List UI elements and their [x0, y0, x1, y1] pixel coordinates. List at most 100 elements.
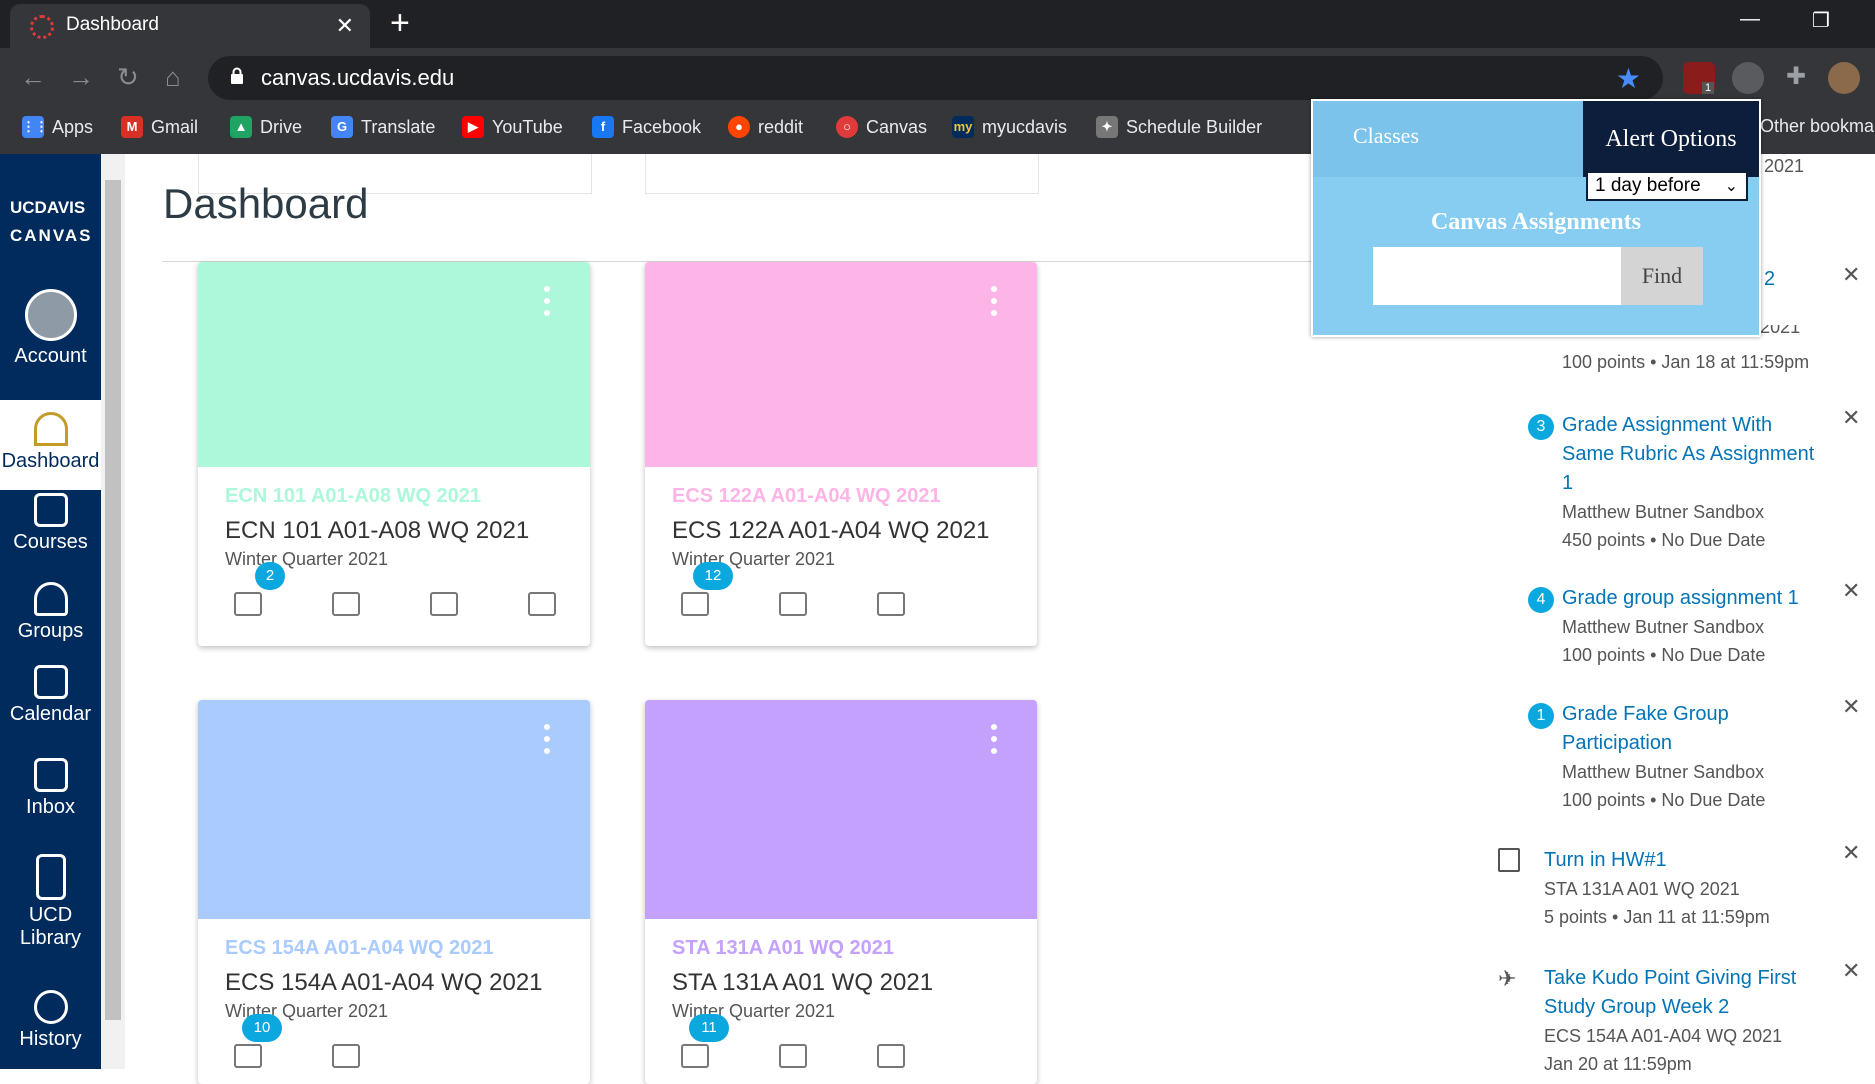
announcements-icon[interactable] [234, 1044, 262, 1068]
nav-ucd-library[interactable]: UCD Library [0, 854, 101, 950]
minimize-icon[interactable]: — [1740, 8, 1760, 31]
todo-title-link[interactable]: Grade group assignment 1 [1562, 584, 1822, 613]
course-card-name[interactable]: STA 131A A01 WQ 2021 [672, 969, 933, 997]
dismiss-icon[interactable]: ✕ [1842, 262, 1860, 288]
announcements-icon[interactable] [681, 1044, 709, 1068]
todo-item[interactable]: 3 Grade Assignment With Same Rubric As A… [1528, 411, 1822, 554]
browser-tab[interactable]: Dashboard ✕ [10, 4, 370, 48]
course-card-name[interactable]: ECS 122A A01-A04 WQ 2021 [672, 517, 990, 545]
bookmark-star-icon[interactable]: ★ [1616, 62, 1641, 95]
course-card[interactable]: ECN 101 A01-A08 WQ 2021 ECN 101 A01-A08 … [198, 262, 590, 646]
card-options-icon[interactable] [991, 724, 997, 760]
card-options-icon[interactable] [544, 724, 550, 760]
dismiss-icon[interactable]: ✕ [1842, 405, 1860, 431]
course-card-hero[interactable] [645, 700, 1037, 919]
discussions-icon[interactable] [430, 592, 458, 616]
course-card[interactable]: ECS 122A A01-A04 WQ 2021 ECS 122A A01-A0… [645, 262, 1037, 646]
bookmark-label: Apps [52, 116, 94, 137]
profile-avatar-icon[interactable] [1828, 62, 1860, 94]
bookmark-myucdavis[interactable]: my myucdavis [952, 116, 1067, 138]
nav-calendar[interactable]: Calendar [0, 665, 101, 726]
find-button[interactable]: Find [1621, 247, 1703, 305]
course-card[interactable]: ECS 154A A01-A04 WQ 2021 ECS 154A A01-A0… [198, 700, 590, 1084]
announcements-icon[interactable] [234, 592, 262, 616]
nav-groups[interactable]: Groups [0, 582, 101, 643]
files-folder-icon[interactable] [528, 592, 556, 616]
extensions-puzzle-icon[interactable]: ✚ [1780, 62, 1812, 94]
assignment-icon [1498, 848, 1520, 872]
bookmark-translate[interactable]: G Translate [331, 116, 435, 138]
announcements-icon[interactable] [681, 592, 709, 616]
dismiss-icon[interactable]: ✕ [1842, 694, 1860, 720]
course-card-name[interactable]: ECS 154A A01-A04 WQ 2021 [225, 969, 543, 997]
tab-classes[interactable]: Classes [1353, 123, 1419, 149]
bookmark-apps[interactable]: ⋮⋮ Apps [22, 116, 93, 138]
nav-history[interactable]: History [0, 990, 101, 1051]
assignments-icon[interactable] [779, 1044, 807, 1068]
bookmark-facebook[interactable]: f Facebook [592, 116, 701, 138]
new-tab-button[interactable]: + [390, 6, 410, 40]
tab-alert-options[interactable]: Alert Options [1583, 101, 1759, 177]
assignments-icon[interactable] [877, 592, 905, 616]
todo-title-link[interactable]: Grade Assignment With Same Rubric As Ass… [1562, 411, 1822, 498]
assignment-search-input[interactable] [1373, 247, 1621, 305]
dismiss-icon[interactable]: ✕ [1842, 840, 1860, 866]
assignments-icon[interactable] [332, 1044, 360, 1068]
card-options-icon[interactable] [544, 286, 550, 322]
course-card-hero[interactable] [198, 700, 590, 919]
alert-extension-icon[interactable] [1732, 62, 1764, 94]
reddit-icon: ● [728, 116, 750, 138]
popup-tab-bar: Classes Alert Options [1313, 101, 1759, 177]
card-options-icon[interactable] [991, 286, 997, 322]
files-folder-icon[interactable] [877, 1044, 905, 1068]
todo-item[interactable]: Turn in HW#1 STA 131A A01 WQ 2021 5 poin… [1498, 846, 1834, 931]
todo-item[interactable]: 4 Grade group assignment 1 Matthew Butne… [1528, 584, 1822, 669]
course-card-tag[interactable]: STA 131A A01 WQ 2021 [672, 937, 894, 960]
scrollbar-thumb[interactable] [105, 180, 121, 1020]
other-bookmarks[interactable]: Other bookma [1760, 116, 1874, 137]
restore-icon[interactable]: ❐ [1812, 8, 1830, 33]
todo-partial-link[interactable]: 2 [1764, 268, 1775, 291]
nav-courses[interactable]: Courses [0, 493, 101, 554]
course-card[interactable]: STA 131A A01 WQ 2021 STA 131A A01 WQ 202… [645, 700, 1037, 1084]
bookmark-gmail[interactable]: M Gmail [121, 116, 198, 138]
todo-title-link[interactable]: Grade Fake Group Participation [1562, 700, 1822, 758]
todo-title-link[interactable]: Take Kudo Point Giving First Study Group… [1544, 964, 1834, 1022]
files-folder-icon[interactable] [779, 592, 807, 616]
chevron-down-icon: ⌄ [1724, 178, 1738, 195]
inbox-icon [33, 758, 68, 792]
nav-account[interactable]: Account [0, 289, 101, 379]
course-card-hero[interactable] [645, 262, 1037, 467]
bookmark-canvas[interactable]: ○ Canvas [836, 116, 927, 138]
bookmark-drive[interactable]: ▲ Drive [230, 116, 302, 138]
todo-item[interactable]: 1 Grade Fake Group Participation Matthew… [1528, 700, 1822, 814]
address-bar[interactable]: canvas.ucdavis.edu ★ [208, 56, 1663, 100]
course-card-hero[interactable] [198, 262, 590, 467]
course-card-tag[interactable]: ECS 154A A01-A04 WQ 2021 [225, 937, 494, 960]
canvas-favicon-icon [30, 15, 54, 39]
alert-timing-select[interactable]: 1 day before ⌄ [1586, 171, 1748, 201]
reload-icon[interactable]: ↻ [117, 62, 139, 93]
bookmark-youtube[interactable]: ▶ YouTube [462, 116, 563, 138]
course-card-tag[interactable]: ECN 101 A01-A08 WQ 2021 [225, 485, 481, 508]
global-nav: UCDAVIS CANVAS Account Dashboard Courses… [0, 154, 101, 1069]
todo-item[interactable]: ✈ Take Kudo Point Giving First Study Gro… [1498, 964, 1834, 1078]
dismiss-icon[interactable]: ✕ [1842, 958, 1860, 984]
nav-history-label: History [19, 1028, 82, 1050]
course-card-tag[interactable]: ECS 122A A01-A04 WQ 2021 [672, 485, 941, 508]
back-icon[interactable]: ← [20, 62, 46, 93]
assignments-icon[interactable] [332, 592, 360, 616]
page-scrollbar[interactable] [101, 154, 125, 1069]
todo-title-link[interactable]: Turn in HW#1 [1544, 846, 1834, 875]
bookmark-schedule-builder[interactable]: ✦ Schedule Builder [1096, 116, 1262, 138]
forward-icon[interactable]: → [68, 62, 94, 93]
bookmark-reddit[interactable]: ● reddit [728, 116, 803, 138]
nav-dashboard[interactable]: Dashboard [0, 400, 101, 490]
nav-inbox[interactable]: Inbox [0, 758, 101, 819]
todo-meta: 450 points • No Due Date [1562, 530, 1766, 550]
home-icon[interactable]: ⌂ [165, 62, 181, 93]
dismiss-icon[interactable]: ✕ [1842, 578, 1860, 604]
ucdavis-canvas-logo[interactable]: UCDAVIS CANVAS [10, 194, 93, 250]
course-card-name[interactable]: ECN 101 A01-A08 WQ 2021 [225, 517, 529, 545]
close-tab-icon[interactable]: ✕ [336, 13, 354, 39]
